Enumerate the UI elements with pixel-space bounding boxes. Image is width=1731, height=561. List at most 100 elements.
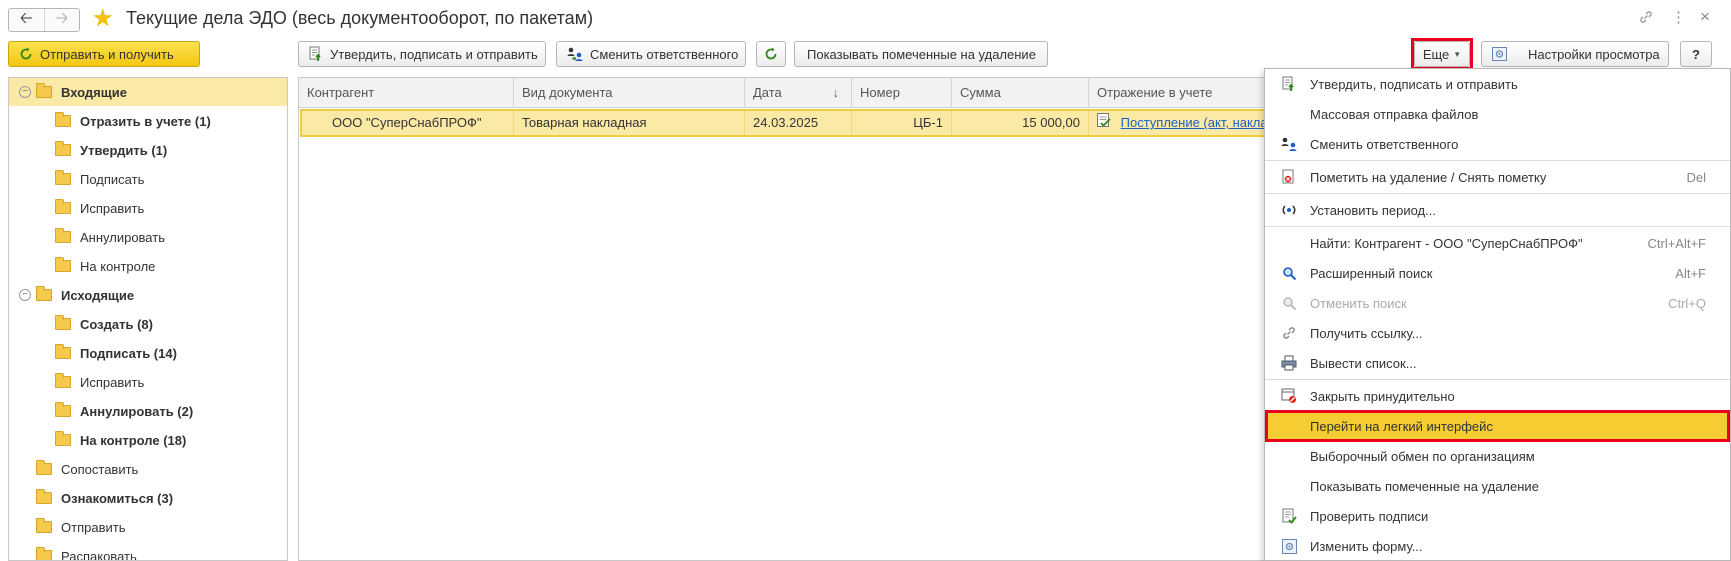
column-header-number[interactable]: Номер: [852, 78, 952, 108]
menu-item-label: Утвердить, подписать и отправить: [1310, 76, 1518, 92]
refresh-icon: [764, 47, 778, 61]
tree-item[interactable]: Распаковать: [9, 542, 287, 561]
tree-item-label: Подписать: [80, 171, 145, 187]
folder-icon: [55, 315, 71, 330]
menu-item[interactable]: Проверить подписи: [1265, 501, 1730, 531]
change-form-icon: [1279, 536, 1299, 556]
menu-item[interactable]: Массовая отправка файлов: [1265, 99, 1730, 129]
tree-item[interactable]: На контроле (18): [9, 426, 287, 454]
tree-item-label: Аннулировать: [80, 229, 165, 245]
cancel-search-icon: [1279, 293, 1299, 313]
tree-item[interactable]: − Исходящие: [9, 281, 287, 309]
menu-item-shortcut: Ctrl+Alt+F: [1647, 235, 1706, 251]
tree-item-label: Исправить: [80, 200, 145, 216]
menu-item-label: Закрыть принудительно: [1310, 388, 1455, 404]
change-responsible-icon: [1279, 134, 1299, 154]
send-receive-button[interactable]: Отправить и получить: [8, 41, 200, 67]
tree-item[interactable]: Исправить: [9, 194, 287, 222]
tree-item[interactable]: Аннулировать (2): [9, 397, 287, 425]
menu-item-label: Массовая отправка файлов: [1310, 106, 1479, 122]
tree-item-label: Исправить: [80, 374, 145, 390]
column-header-sum[interactable]: Сумма: [952, 78, 1089, 108]
cell-number: ЦБ-1: [852, 111, 952, 135]
table-row[interactable]: ООО "СуперСнабПРОФ" Товарная накладная 2…: [300, 109, 1300, 137]
folder-icon: [55, 199, 71, 214]
more-vertical-icon[interactable]: ⋮: [1671, 8, 1686, 26]
cell-counterparty: ООО "СуперСнабПРОФ": [302, 111, 514, 135]
collapse-toggle-icon[interactable]: −: [19, 86, 31, 98]
close-icon[interactable]: ×: [1700, 7, 1710, 27]
tree-item[interactable]: На контроле: [9, 252, 287, 280]
column-header-doc-type[interactable]: Вид документа: [514, 78, 745, 108]
cell-date: 24.03.2025: [745, 111, 852, 135]
folder-icon: [36, 286, 52, 301]
change-responsible-button[interactable]: Сменить ответственного: [556, 41, 746, 67]
column-header-counterparty[interactable]: Контрагент: [299, 78, 514, 108]
folder-icon: [36, 83, 52, 98]
tree-item[interactable]: Ознакомиться (3): [9, 484, 287, 512]
menu-item-label: Установить период...: [1310, 202, 1436, 218]
arrow-right-icon: 🡢: [55, 9, 69, 27]
menu-item-label: Найти: Контрагент - ООО "СуперСнабПРОФ": [1310, 235, 1583, 251]
tree-item-label: Распаковать: [61, 548, 137, 561]
menu-item-label: Получить ссылку...: [1310, 325, 1423, 341]
tree-item[interactable]: Аннулировать: [9, 223, 287, 251]
column-header-date[interactable]: Дата ↓: [745, 78, 852, 108]
menu-item[interactable]: Закрыть принудительно: [1265, 381, 1730, 411]
menu-item[interactable]: Получить ссылку...: [1265, 318, 1730, 348]
show-deleted-button[interactable]: Показывать помеченные на удаление: [794, 41, 1048, 67]
menu-item[interactable]: Пометить на удаление / Снять пометку Del: [1265, 162, 1730, 192]
tree-item[interactable]: Создать (8): [9, 310, 287, 338]
back-button[interactable]: 🡠: [9, 9, 45, 31]
forward-button[interactable]: 🡢: [45, 9, 80, 31]
tree-item[interactable]: Исправить: [9, 368, 287, 396]
approve-sign-send-label: Утвердить, подписать и отправить: [330, 46, 538, 62]
menu-item[interactable]: Показывать помеченные на удаление: [1265, 471, 1730, 501]
view-settings-label: Настройки просмотра: [1528, 46, 1660, 62]
menu-item-label: Вывести список...: [1310, 355, 1417, 371]
help-button[interactable]: ?: [1680, 41, 1712, 67]
approve-sign-send-button[interactable]: Утвердить, подписать и отправить: [298, 41, 546, 67]
tree-item[interactable]: Утвердить (1): [9, 136, 287, 164]
menu-item-shortcut: Del: [1686, 169, 1706, 185]
change-responsible-icon: [567, 46, 583, 62]
menu-item[interactable]: Найти: Контрагент - ООО "СуперСнабПРОФ" C…: [1265, 228, 1730, 258]
collapse-toggle-icon[interactable]: −: [19, 289, 31, 301]
menu-separator: [1265, 379, 1730, 380]
advanced-search-icon: [1279, 263, 1299, 283]
tree-item[interactable]: − Входящие: [9, 78, 287, 106]
cell-sum: 15 000,00: [952, 111, 1089, 135]
tree-item[interactable]: Подписать (14): [9, 339, 287, 367]
menu-item[interactable]: Сменить ответственного: [1265, 129, 1730, 159]
link-icon[interactable]: [1638, 9, 1654, 29]
tree-item[interactable]: Подписать: [9, 165, 287, 193]
folder-icon: [36, 460, 52, 475]
menu-item-label: Отменить поиск: [1310, 295, 1407, 311]
menu-separator: [1265, 160, 1730, 161]
menu-item-shortcut: Alt+F: [1675, 265, 1706, 281]
folder-icon: [55, 228, 71, 243]
tree-item[interactable]: Отправить: [9, 513, 287, 541]
folder-icon: [55, 431, 71, 446]
menu-item-highlight-frame: [1265, 410, 1730, 442]
folder-icon: [55, 170, 71, 185]
menu-item[interactable]: Расширенный поиск Alt+F: [1265, 258, 1730, 288]
folder-icon: [55, 141, 71, 156]
folder-icon: [55, 257, 71, 272]
folder-icon: [36, 547, 52, 560]
folder-icon: [55, 402, 71, 417]
favorite-star-icon[interactable]: ★: [92, 5, 114, 33]
menu-item-label: Пометить на удаление / Снять пометку: [1310, 169, 1547, 185]
view-settings-button[interactable]: Настройки просмотра: [1481, 41, 1669, 67]
folder-icon: [36, 518, 52, 533]
menu-item[interactable]: Изменить форму...: [1265, 531, 1730, 560]
change-responsible-label: Сменить ответственного: [590, 46, 739, 62]
menu-item[interactable]: Установить период...: [1265, 195, 1730, 225]
menu-item[interactable]: Вывести список...: [1265, 348, 1730, 378]
tree-item[interactable]: Сопоставить: [9, 455, 287, 483]
tree-item[interactable]: Отразить в учете (1): [9, 107, 287, 135]
menu-item: Отменить поиск Ctrl+Q: [1265, 288, 1730, 318]
refresh-button[interactable]: [756, 41, 786, 67]
menu-item[interactable]: Утвердить, подписать и отправить: [1265, 69, 1730, 99]
menu-item[interactable]: Выборочный обмен по организациям: [1265, 441, 1730, 471]
